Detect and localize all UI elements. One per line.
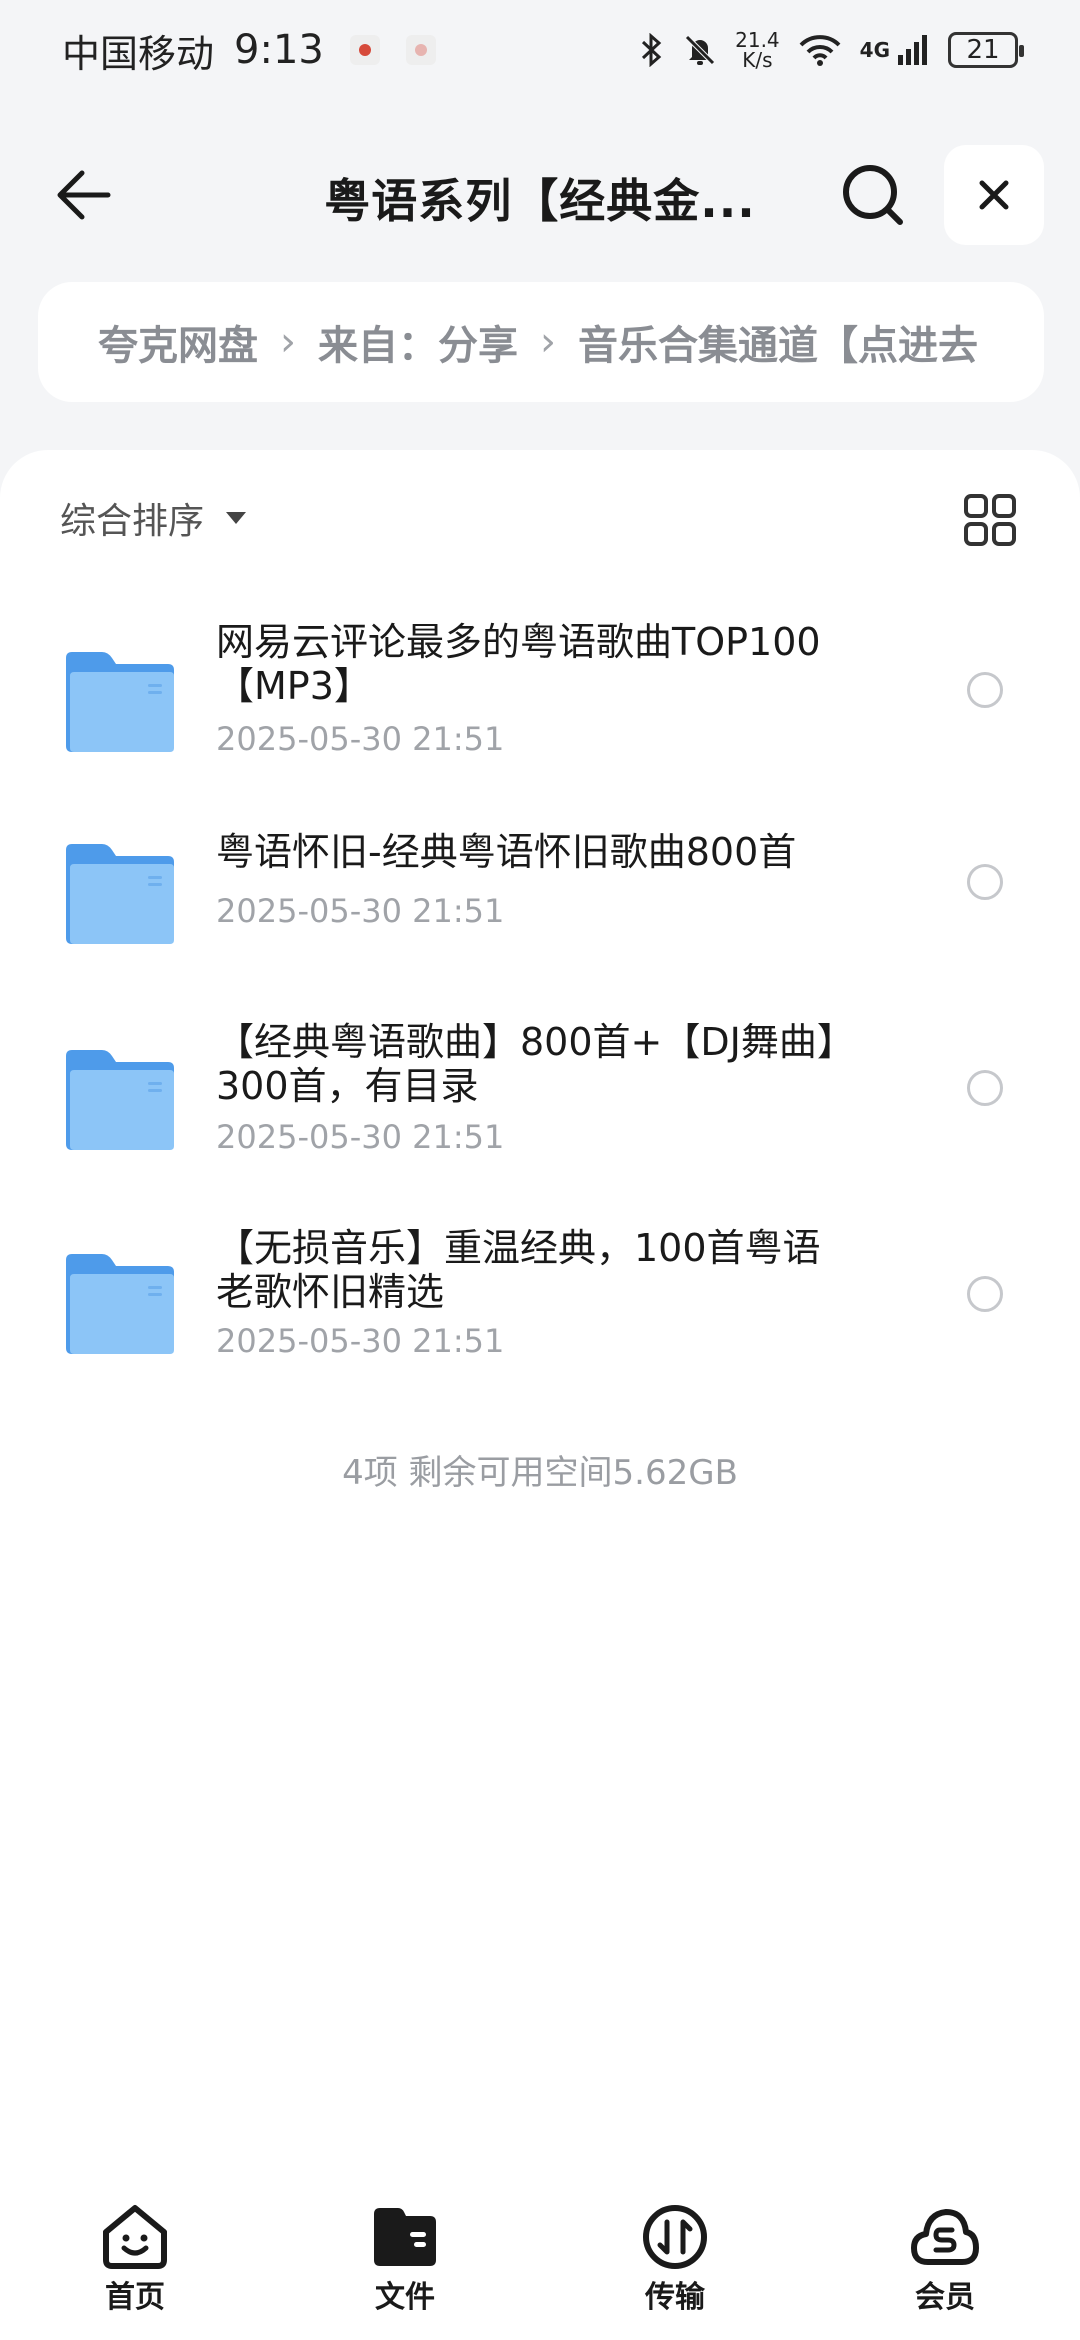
status-left: 中国移动 9:13 bbox=[62, 23, 436, 78]
chevron-right-icon: › bbox=[540, 319, 556, 365]
tab-label: 文件 bbox=[375, 2280, 435, 2315]
close-button[interactable] bbox=[944, 145, 1044, 245]
mute-bell-icon bbox=[685, 35, 715, 65]
select-radio[interactable] bbox=[967, 1276, 1003, 1312]
bottom-tab-bar: 首页 文件 传输 会员 bbox=[0, 2200, 1080, 2340]
chevron-right-icon: › bbox=[280, 319, 296, 365]
tab-label: 会员 bbox=[915, 2280, 975, 2315]
storage-summary: 4项 剩余可用空间5.62GB bbox=[342, 1453, 738, 1493]
notification-app-icon bbox=[349, 35, 380, 65]
network-type: 4G bbox=[859, 38, 890, 62]
header: 粤语系列【经典金... bbox=[0, 140, 1080, 250]
close-icon bbox=[979, 180, 1009, 210]
file-date: 2025-05-30 21:51 bbox=[216, 892, 505, 930]
transfer-icon bbox=[643, 2205, 707, 2269]
tab-vip[interactable]: 会员 bbox=[810, 2200, 1080, 2340]
folder-icon bbox=[66, 844, 174, 944]
list-item[interactable]: 【经典粤语歌曲】800首+【DJ舞曲】300首，有目录 2025-05-30 2… bbox=[0, 1020, 1080, 1190]
folder-tab-icon bbox=[374, 2208, 436, 2266]
status-right: 21.4 K/s 4G 21 bbox=[639, 30, 1024, 70]
breadcrumb: 夸克网盘 › 来自：分享 › 音乐合集通道【点进去 bbox=[38, 282, 1044, 402]
sort-dropdown[interactable]: 综合排序 bbox=[60, 492, 247, 544]
battery-indicator: 21 bbox=[948, 32, 1024, 68]
file-date: 2025-05-30 21:51 bbox=[216, 1118, 505, 1156]
tab-transfer[interactable]: 传输 bbox=[540, 2200, 810, 2340]
notification-app-icon bbox=[405, 35, 436, 65]
wifi-icon bbox=[799, 35, 841, 66]
search-icon[interactable] bbox=[838, 160, 908, 230]
file-name: 网易云评论最多的粤语歌曲TOP100【MP3】 bbox=[216, 620, 821, 708]
select-radio[interactable] bbox=[967, 864, 1003, 900]
clock: 9:13 bbox=[234, 27, 324, 73]
grid-view-icon[interactable] bbox=[962, 492, 1018, 548]
tab-files[interactable]: 文件 bbox=[270, 2200, 540, 2340]
file-name: 粤语怀旧-经典粤语怀旧歌曲800首 bbox=[216, 830, 797, 874]
bluetooth-icon bbox=[642, 33, 662, 67]
carrier-name: 中国移动 bbox=[62, 31, 215, 76]
breadcrumb-item-root[interactable]: 夸克网盘 bbox=[98, 313, 258, 371]
breadcrumb-item-current[interactable]: 音乐合集通道【点进去 bbox=[578, 313, 978, 371]
select-radio[interactable] bbox=[967, 672, 1003, 708]
file-name: 【无损音乐】重温经典，100首粤语老歌怀旧精选 bbox=[216, 1226, 821, 1314]
list-item[interactable]: 粤语怀旧-经典粤语怀旧歌曲800首 2025-05-30 21:51 bbox=[0, 830, 1080, 980]
folder-icon bbox=[66, 1254, 174, 1354]
caret-down-icon bbox=[226, 512, 247, 524]
smile-home-icon bbox=[103, 2205, 167, 2269]
file-list-panel: 综合排序 网易云评论最多的粤语歌曲TOP100【MP3】 2025-05-30 … bbox=[0, 450, 1080, 2200]
breadcrumb-item-share[interactable]: 来自：分享 bbox=[318, 313, 518, 371]
list-item[interactable]: 网易云评论最多的粤语歌曲TOP100【MP3】 2025-05-30 21:51 bbox=[0, 620, 1080, 790]
sort-label: 综合排序 bbox=[60, 501, 205, 542]
file-date: 2025-05-30 21:51 bbox=[216, 720, 505, 758]
page-title: 粤语系列【经典金... bbox=[324, 174, 756, 228]
file-name: 【经典粤语歌曲】800首+【DJ舞曲】300首，有目录 bbox=[216, 1020, 855, 1108]
file-date: 2025-05-30 21:51 bbox=[216, 1322, 505, 1360]
tab-label: 传输 bbox=[645, 2280, 705, 2315]
vip-cloud-icon bbox=[911, 2209, 979, 2265]
folder-icon bbox=[66, 652, 174, 752]
tab-home[interactable]: 首页 bbox=[0, 2200, 270, 2340]
folder-icon bbox=[66, 1050, 174, 1150]
network-speed-unit: K/s bbox=[742, 48, 773, 72]
network-speed: 21.4 K/s bbox=[735, 30, 780, 70]
status-bar: 中国移动 9:13 21.4 K/s 4G 21 bbox=[0, 0, 1080, 100]
network-speed-value: 21.4 bbox=[735, 28, 780, 52]
tab-label: 首页 bbox=[105, 2280, 165, 2315]
signal-icon bbox=[898, 35, 927, 65]
select-radio[interactable] bbox=[967, 1070, 1003, 1106]
list-item[interactable]: 【无损音乐】重温经典，100首粤语老歌怀旧精选 2025-05-30 21:51 bbox=[0, 1226, 1080, 1396]
